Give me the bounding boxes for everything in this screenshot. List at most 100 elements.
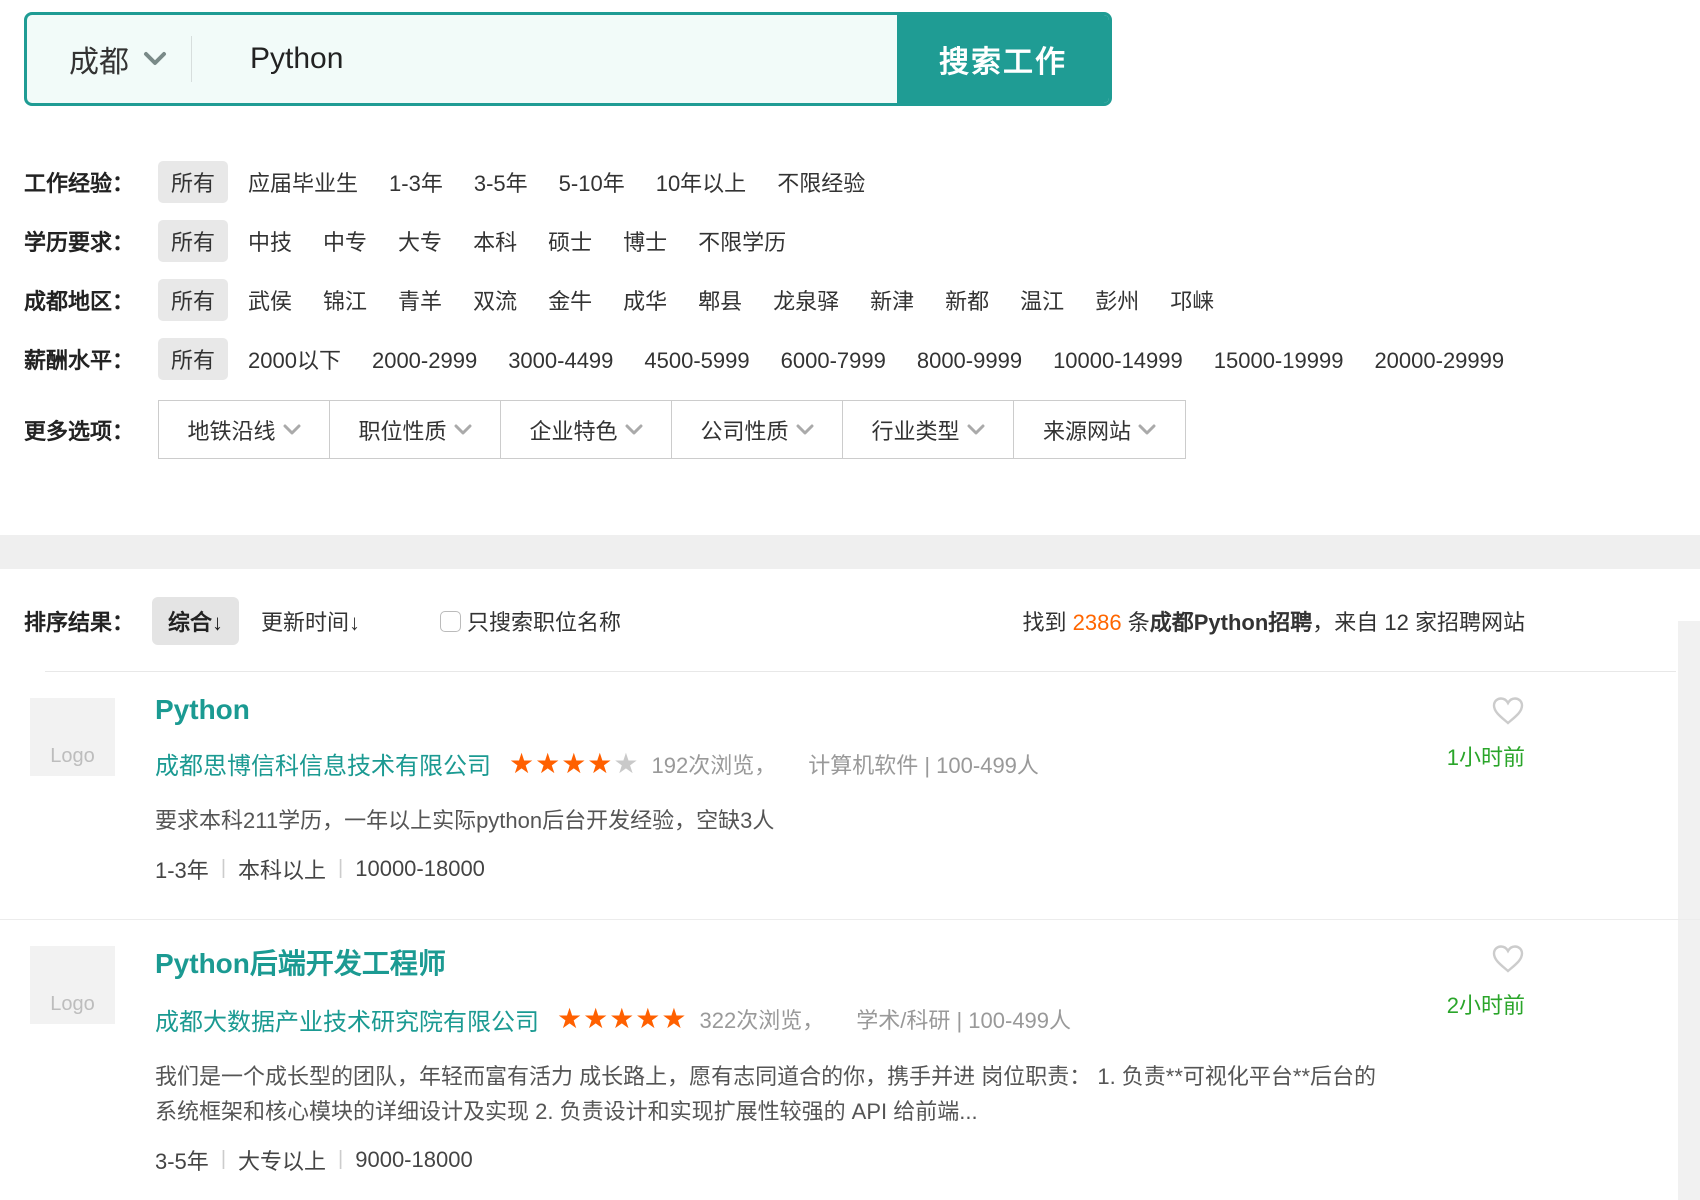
filter-label: 薪酬水平：	[24, 343, 158, 375]
results-section: 排序结果： 综合↓ 更新时间↓ 只搜索职位名称 找到 2386 条成都Pytho…	[0, 569, 1700, 1200]
title-only-checkbox[interactable]	[440, 611, 461, 632]
city-select-value: 成都	[69, 37, 129, 81]
job-salary: 10000-18000	[355, 856, 485, 882]
favorite-heart-icon[interactable]	[1491, 696, 1525, 726]
filter-option[interactable]: 10000-14999	[1053, 348, 1183, 373]
more-options-dropdown[interactable]: 来源网站	[1014, 401, 1185, 458]
search-job-button[interactable]: 搜索工作	[897, 15, 1109, 103]
more-options-dropdown[interactable]: 公司性质	[672, 401, 843, 458]
chevron-down-icon	[625, 424, 643, 436]
more-options-label: 更多选项：	[24, 414, 158, 446]
filter-option[interactable]: 锦江	[323, 289, 367, 314]
filter-option[interactable]: 成华	[623, 289, 667, 314]
sort-row: 排序结果： 综合↓ 更新时间↓ 只搜索职位名称 找到 2386 条成都Pytho…	[24, 569, 1525, 645]
more-options-dropdown[interactable]: 企业特色	[501, 401, 672, 458]
filter-option[interactable]: 不限学历	[698, 230, 786, 255]
job-education: 大专以上	[238, 1144, 326, 1176]
sort-update-time-button[interactable]: 更新时间↓	[261, 605, 360, 637]
job-experience: 3-5年	[155, 1144, 209, 1176]
filter-option[interactable]: 2000以下	[248, 348, 341, 373]
filter-option[interactable]: 3000-4499	[508, 348, 613, 373]
filter-option[interactable]: 邛崃	[1170, 289, 1214, 314]
filter-option[interactable]: 中专	[323, 230, 367, 255]
filter-option[interactable]: 温江	[1020, 289, 1064, 314]
chevron-down-icon	[283, 424, 301, 436]
company-link[interactable]: 成都大数据产业技术研究院有限公司	[155, 1002, 539, 1037]
filter-option[interactable]: 5-10年	[559, 171, 625, 196]
dropdown-label: 行业类型	[871, 414, 959, 446]
sort-composite-button[interactable]: 综合↓	[152, 597, 239, 645]
filter-option[interactable]: 龙泉驿	[773, 289, 839, 314]
search-bar: 成都 搜索工作	[24, 12, 1112, 106]
filter-option[interactable]: 大专	[398, 230, 442, 255]
result-count: 2386	[1073, 610, 1122, 635]
filter-option[interactable]: 彭州	[1095, 289, 1139, 314]
filter-option[interactable]: 武侯	[248, 289, 292, 314]
filter-option[interactable]: 8000-9999	[917, 348, 1022, 373]
filter-option[interactable]: 博士	[623, 230, 667, 255]
filter-row-salary: 薪酬水平： 所有 2000以下 2000-2999 3000-4499 4500-59…	[24, 341, 1700, 377]
job-title-link[interactable]: Python	[155, 694, 250, 726]
filter-option[interactable]: 双流	[473, 289, 517, 314]
filter-label: 工作经验：	[24, 166, 158, 198]
filter-option[interactable]: 金牛	[548, 289, 592, 314]
job-meta: 3-5年 | 大专以上 | 9000-18000	[155, 1144, 1395, 1176]
favorite-heart-icon[interactable]	[1491, 944, 1525, 974]
filter-option[interactable]: 20000-29999	[1374, 348, 1504, 373]
meta-separator: |	[338, 1148, 343, 1171]
filter-option[interactable]: 青羊	[398, 289, 442, 314]
title-only-checkbox-label: 只搜索职位名称	[467, 605, 621, 637]
filter-option[interactable]: 4500-5999	[644, 348, 749, 373]
star-rating: ★★★★★	[509, 750, 640, 778]
filter-selected-chip[interactable]: 所有	[158, 220, 228, 262]
stars-filled: ★★★★	[509, 748, 613, 779]
post-time: 2小时前	[1447, 988, 1525, 1020]
filter-option[interactable]: 不限经验	[777, 171, 865, 196]
filter-option[interactable]: 新都	[945, 289, 989, 314]
summary-highlight: 成都Python招聘	[1150, 610, 1313, 635]
dropdown-label: 来源网站	[1043, 414, 1131, 446]
search-input[interactable]	[192, 15, 897, 103]
dropdown-label: 企业特色	[529, 414, 617, 446]
meta-separator: |	[338, 857, 343, 880]
summary-middle: 条	[1122, 610, 1150, 635]
filter-option[interactable]: 郫县	[698, 289, 742, 314]
more-options-dropdown[interactable]: 职位性质	[330, 401, 501, 458]
filter-row-experience: 工作经验： 所有 应届毕业生 1-3年 3-5年 5-10年 10年以上 不限经验	[24, 164, 1700, 200]
summary-suffix: ，来自 12 家招聘网站	[1312, 610, 1525, 635]
stars-empty: ★	[613, 748, 639, 779]
title-only-checkbox-wrap[interactable]: 只搜索职位名称	[440, 605, 621, 637]
filter-option[interactable]: 6000-7999	[781, 348, 886, 373]
section-divider-band	[0, 535, 1700, 569]
company-logo-placeholder: Logo	[30, 946, 115, 1024]
job-title-link[interactable]: Python后端开发工程师	[155, 942, 446, 982]
filter-option[interactable]: 本科	[473, 230, 517, 255]
filter-option[interactable]: 15000-19999	[1214, 348, 1344, 373]
filter-option[interactable]: 硕士	[548, 230, 592, 255]
filter-options: 中技 中专 大专 本科 硕士 博士 不限学历	[248, 225, 817, 257]
filter-option[interactable]: 2000-2999	[372, 348, 477, 373]
filter-selected-chip[interactable]: 所有	[158, 279, 228, 321]
filter-option[interactable]: 1-3年	[389, 171, 443, 196]
chevron-down-icon	[796, 424, 814, 436]
filter-selected-chip[interactable]: 所有	[158, 338, 228, 380]
filter-label: 成都地区：	[24, 284, 158, 316]
summary-prefix: 找到	[1023, 610, 1073, 635]
more-options-dropdown[interactable]: 地铁沿线	[159, 401, 330, 458]
filter-option[interactable]: 新津	[870, 289, 914, 314]
filter-selected-chip[interactable]: 所有	[158, 161, 228, 203]
view-count: 322次浏览，	[700, 1003, 825, 1035]
star-rating: ★★★★★	[557, 1005, 688, 1033]
meta-separator: |	[221, 1148, 226, 1171]
chevron-down-icon	[967, 424, 985, 436]
more-options-dropdown[interactable]: 行业类型	[843, 401, 1014, 458]
job-education: 本科以上	[238, 853, 326, 885]
filter-option[interactable]: 3-5年	[474, 171, 528, 196]
sort-label: 排序结果：	[24, 605, 134, 637]
company-link[interactable]: 成都思博信科信息技术有限公司	[155, 746, 491, 781]
filter-option[interactable]: 中技	[248, 230, 292, 255]
filter-option[interactable]: 应届毕业生	[248, 171, 358, 196]
more-options-dropdowns: 地铁沿线职位性质企业特色 公司性质行业类型 来源网站	[158, 400, 1186, 459]
city-select[interactable]: 成都	[27, 15, 191, 103]
filter-option[interactable]: 10年以上	[656, 171, 746, 196]
